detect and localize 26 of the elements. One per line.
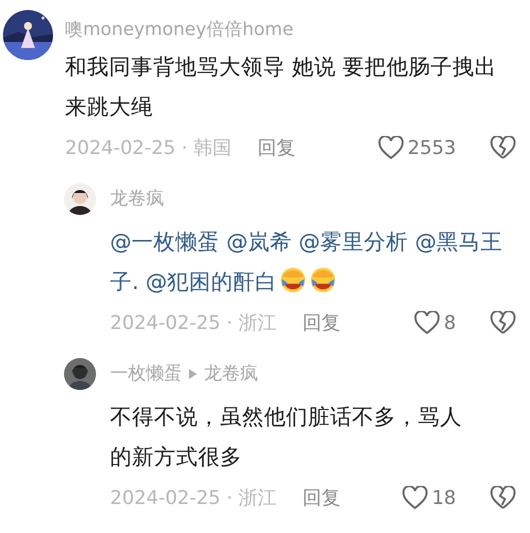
heart-icon xyxy=(402,486,428,510)
broken-heart-icon[interactable] xyxy=(490,486,516,510)
broken-heart-icon[interactable] xyxy=(490,136,516,160)
reply-link[interactable]: 回复 xyxy=(302,310,341,336)
broken-heart-icon[interactable] xyxy=(490,311,516,335)
mention-link[interactable]: 子. @犯困的酐白 xyxy=(110,263,278,303)
laughing-emoji-icon xyxy=(309,266,338,294)
reply-link[interactable]: 回复 xyxy=(258,135,296,161)
like-button[interactable]: 18 xyxy=(402,486,456,510)
like-button[interactable]: 8 xyxy=(414,311,456,335)
comment-date: 2024-02-25 · 韩国 xyxy=(65,136,232,161)
heart-icon xyxy=(414,311,440,335)
mention-link[interactable]: @一枚懒蛋 @岚希 @雾里分析 @黑马王 xyxy=(110,223,503,263)
user-name[interactable]: 一枚懒蛋 xyxy=(110,358,182,390)
user-name[interactable]: 噢moneymoney倍倍home xyxy=(65,16,516,44)
reply-link[interactable]: 回复 xyxy=(302,485,341,511)
heart-icon xyxy=(378,136,404,160)
comment-date: 2024-02-25 · 浙江 xyxy=(110,311,277,336)
like-button[interactable]: 2553 xyxy=(378,136,456,160)
comment-text: 和我同事背地骂大领导 她说 要把他肠子拽出来跳大绳 xyxy=(65,55,497,120)
laughing-emoji-icon xyxy=(279,266,308,294)
comment-date: 2024-02-25 · 浙江 xyxy=(110,486,277,511)
user-name[interactable]: 龙卷疯 xyxy=(204,358,258,390)
user-name[interactable]: 龙卷疯 xyxy=(110,183,164,215)
comment-text: 不得不说，虽然他们脏话不多，骂人的新方式很多 xyxy=(110,405,462,470)
play-triangle-icon xyxy=(188,368,198,380)
